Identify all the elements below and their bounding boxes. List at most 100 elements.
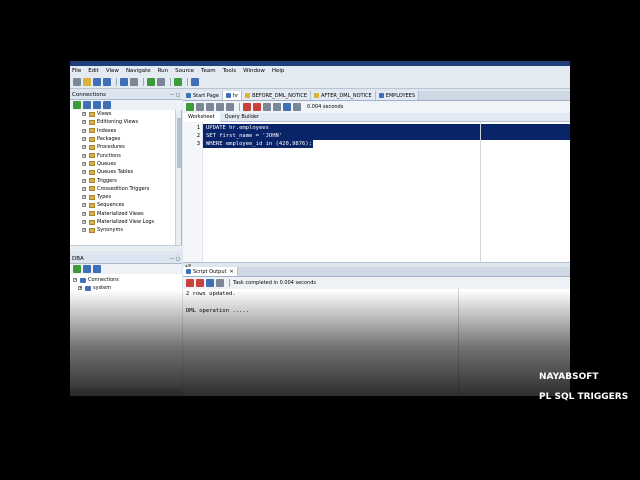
- filter-icon[interactable]: [93, 265, 101, 273]
- subtab-query-builder[interactable]: Query Builder: [220, 114, 264, 120]
- add-icon[interactable]: [73, 265, 81, 273]
- tab-script-output[interactable]: Script Output ✕: [183, 267, 238, 276]
- tree-item-materialized-views[interactable]: + Materialized Views: [70, 210, 181, 218]
- tree-horizontal-scrollbar[interactable]: [70, 245, 182, 251]
- save-output-icon[interactable]: [206, 279, 214, 287]
- undo-icon[interactable]: [120, 78, 128, 86]
- clear-icon[interactable]: [273, 103, 281, 111]
- tab-employees[interactable]: EMPLOYEES: [375, 91, 420, 100]
- menu-help[interactable]: Help: [272, 68, 285, 74]
- dba-system-node[interactable]: + system: [70, 284, 182, 292]
- refresh-icon[interactable]: [83, 265, 91, 273]
- expand-icon[interactable]: +: [82, 203, 86, 208]
- tree-item-triggers[interactable]: + Triggers: [70, 176, 181, 184]
- menu-window[interactable]: Window: [243, 68, 265, 74]
- dba-connections-node[interactable]: − Connections: [70, 276, 182, 284]
- expand-icon[interactable]: +: [82, 120, 86, 125]
- redo-icon[interactable]: [130, 78, 138, 86]
- folder-icon: [89, 211, 95, 217]
- run-icon[interactable]: [174, 78, 182, 86]
- new-file-icon[interactable]: [73, 78, 81, 86]
- expand-icon[interactable]: +: [82, 128, 86, 133]
- expand-icon[interactable]: +: [82, 112, 86, 117]
- run-statement-icon[interactable]: [186, 103, 194, 111]
- line-number: 2: [196, 133, 200, 139]
- folder-icon: [89, 219, 95, 225]
- sql-icon[interactable]: [191, 78, 199, 86]
- tree-item-materialized-view-logs[interactable]: + Materialized View Logs: [70, 218, 181, 226]
- menu-team[interactable]: Team: [201, 68, 216, 74]
- tree-item-label: Views: [97, 111, 112, 118]
- expand-icon[interactable]: +: [82, 145, 86, 150]
- close-icon[interactable]: ✕: [229, 269, 233, 275]
- schema-browser-icon[interactable]: [103, 101, 111, 109]
- autotrace-icon[interactable]: [206, 103, 214, 111]
- tree-item-types[interactable]: + Types: [70, 193, 181, 201]
- menu-edit[interactable]: Edit: [88, 68, 99, 74]
- save-icon[interactable]: [93, 78, 101, 86]
- tree-item-synonyms[interactable]: + Synonyms: [70, 226, 181, 234]
- subtab-worksheet[interactable]: Worksheet: [183, 112, 220, 122]
- menu-tools[interactable]: Tools: [223, 68, 237, 74]
- tree-item-sequences[interactable]: + Sequences: [70, 201, 181, 209]
- tab-before-dml-notice[interactable]: BEFORE_DML_NOTICE: [242, 91, 311, 100]
- tree-item-procedures[interactable]: + Procedures: [70, 143, 181, 151]
- expand-icon[interactable]: +: [82, 195, 86, 200]
- print-icon[interactable]: [216, 279, 224, 287]
- open-folder-icon[interactable]: [83, 78, 91, 86]
- menu-file[interactable]: File: [72, 68, 81, 74]
- expand-icon[interactable]: +: [82, 161, 86, 166]
- script-output-text[interactable]: 2 rows updated. DML operation .....: [183, 289, 570, 396]
- eraser-icon[interactable]: [196, 279, 204, 287]
- tree-item-queues-tables[interactable]: + Queues Tables: [70, 168, 181, 176]
- sql-editor[interactable]: 1 UPDATE hr.employees 2 SET first_name = '…: [183, 122, 570, 262]
- menu-source[interactable]: Source: [175, 68, 194, 74]
- code-text: WHERE employee_id in (420,9876);: [206, 141, 312, 147]
- refresh-icon[interactable]: [83, 101, 91, 109]
- tree-item-functions[interactable]: + Functions: [70, 151, 181, 159]
- expand-icon[interactable]: +: [82, 178, 86, 183]
- save-all-icon[interactable]: [103, 78, 111, 86]
- rollback-icon[interactable]: [253, 103, 261, 111]
- tree-item-queues[interactable]: + Queues: [70, 160, 181, 168]
- menu-view[interactable]: View: [106, 68, 119, 74]
- menu-navigate[interactable]: Navigate: [126, 68, 151, 74]
- expand-icon[interactable]: +: [82, 228, 86, 233]
- tab-hr[interactable]: hr: [222, 91, 243, 100]
- expand-icon[interactable]: +: [82, 211, 86, 216]
- filter-icon[interactable]: [93, 101, 101, 109]
- run-script-icon[interactable]: [196, 103, 204, 111]
- sql-developer-window: File Edit View Navigate Run Source Team …: [70, 61, 570, 396]
- sql-tuning-icon[interactable]: [226, 103, 234, 111]
- explain-plan-icon[interactable]: [216, 103, 224, 111]
- expand-icon[interactable]: +: [82, 137, 86, 142]
- add-connection-icon[interactable]: [73, 101, 81, 109]
- panel-controls-icon[interactable]: — ◻: [169, 92, 182, 98]
- format-icon[interactable]: [263, 103, 271, 111]
- tab-after-dml-notice[interactable]: AFTER_DML_NOTICE: [311, 91, 376, 100]
- tab-start-page[interactable]: Start Page: [183, 91, 223, 100]
- tree-item-crossedition-triggers[interactable]: + Crossedition Triggers: [70, 185, 181, 193]
- tree-item-views[interactable]: + Views: [70, 110, 181, 118]
- expand-icon[interactable]: +: [82, 153, 86, 158]
- menu-run[interactable]: Run: [158, 68, 169, 74]
- collapse-icon[interactable]: −: [73, 278, 77, 282]
- scrollbar-thumb[interactable]: [177, 118, 181, 168]
- back-icon[interactable]: [147, 78, 155, 86]
- panel-controls-icon[interactable]: — ◻: [169, 256, 182, 262]
- expand-icon[interactable]: +: [82, 170, 86, 175]
- expand-icon[interactable]: +: [82, 220, 86, 224]
- tree-item-packages[interactable]: + Packages: [70, 135, 181, 143]
- forward-icon[interactable]: [157, 78, 165, 86]
- pin-icon[interactable]: [186, 279, 194, 287]
- expand-icon[interactable]: +: [82, 186, 86, 191]
- tree-item-editioning-views[interactable]: + Editioning Views: [70, 118, 181, 126]
- tree-scrollbar[interactable]: [175, 110, 181, 245]
- expand-icon[interactable]: +: [78, 286, 82, 290]
- tree-item-indexes[interactable]: + Indexes: [70, 127, 181, 135]
- commit-icon[interactable]: [243, 103, 251, 111]
- tree-item-label: Queues Tables: [97, 169, 134, 176]
- sql-plus-icon[interactable]: [293, 103, 301, 111]
- history-icon[interactable]: [283, 103, 291, 111]
- folder-icon: [89, 111, 95, 117]
